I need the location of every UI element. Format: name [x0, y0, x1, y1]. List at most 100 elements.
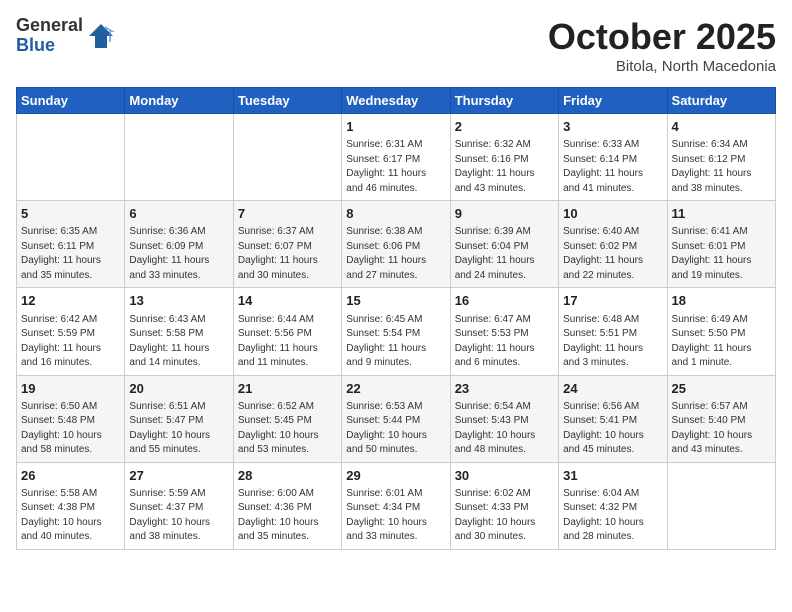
day-number: 29: [346, 467, 445, 485]
day-info: Sunrise: 6:34 AM Sunset: 6:12 PM Dayligh…: [672, 138, 771, 196]
calendar-cell: 15 Sunrise: 6:45 AM Sunset: 5:54 PM Dayli…: [342, 288, 450, 375]
calendar-cell: 21 Sunrise: 6:52 AM Sunset: 5:45 PM Dayli…: [233, 375, 341, 462]
day-info: Sunrise: 6:02 AM Sunset: 4:33 PM Dayligh…: [455, 487, 554, 545]
calendar-cell: 22Sunrise: 6:53 AM Sunset: 5:44 PM Dayli…: [342, 375, 450, 462]
day-number: 9: [455, 205, 554, 223]
day-info: Sunrise: 6:40 AM Sunset: 6:02 PM Dayligh…: [563, 225, 662, 283]
day-info: Sunrise: 6:04 AM Sunset: 4:32 PM Dayligh…: [563, 487, 662, 545]
logo-icon: [87, 22, 115, 50]
calendar-cell: 26 Sunrise: 5:58 AM Sunset: 4:38 PM Dayli…: [17, 462, 125, 549]
day-info: Sunrise: 6:31 AM Sunset: 6:17 PM Dayligh…: [346, 138, 445, 196]
calendar-cell: [667, 462, 775, 549]
calendar-cell: [125, 114, 233, 201]
page-header: General Blue October 2025 Bitola, North …: [16, 16, 776, 75]
day-number: 28: [238, 467, 337, 485]
day-number: 14: [238, 292, 337, 310]
day-number: 11: [672, 205, 771, 223]
calendar-week-row: 5Sunrise: 6:35 AM Sunset: 6:11 PM Daylig…: [17, 201, 776, 288]
day-info: Sunrise: 6:49 AM Sunset: 5:50 PM Dayligh…: [672, 313, 771, 371]
day-info: Sunrise: 6:38 AM Sunset: 6:06 PM Dayligh…: [346, 225, 445, 283]
day-number: 17: [563, 292, 662, 310]
weekday-header-row: SundayMondayTuesdayWednesdayThursdayFrid…: [17, 88, 776, 114]
day-number: 6: [129, 205, 228, 223]
calendar-cell: 6 Sunrise: 6:36 AM Sunset: 6:09 PM Daylig…: [125, 201, 233, 288]
month-title: October 2025: [548, 16, 776, 58]
calendar-cell: 9 Sunrise: 6:39 AM Sunset: 6:04 PM Daylig…: [450, 201, 558, 288]
calendar-cell: 11Sunrise: 6:41 AM Sunset: 6:01 PM Dayli…: [667, 201, 775, 288]
calendar-cell: [233, 114, 341, 201]
calendar-cell: 10Sunrise: 6:40 AM Sunset: 6:02 PM Dayli…: [559, 201, 667, 288]
day-number: 22: [346, 380, 445, 398]
day-number: 20: [129, 380, 228, 398]
day-number: 19: [21, 380, 120, 398]
day-info: Sunrise: 6:50 AM Sunset: 5:48 PM Dayligh…: [21, 400, 120, 458]
day-number: 1: [346, 118, 445, 136]
day-info: Sunrise: 6:45 AM Sunset: 5:54 PM Dayligh…: [346, 313, 445, 371]
title-block: October 2025 Bitola, North Macedonia: [548, 16, 776, 75]
day-number: 15: [346, 292, 445, 310]
calendar-cell: 31 Sunrise: 6:04 AM Sunset: 4:32 PM Dayli…: [559, 462, 667, 549]
weekday-header: Saturday: [667, 88, 775, 114]
day-number: 5: [21, 205, 120, 223]
calendar-week-row: 1 Sunrise: 6:31 AM Sunset: 6:17 PM Daylig…: [17, 114, 776, 201]
calendar-cell: 30 Sunrise: 6:02 AM Sunset: 4:33 PM Dayli…: [450, 462, 558, 549]
day-info: Sunrise: 6:52 AM Sunset: 5:45 PM Dayligh…: [238, 400, 337, 458]
calendar-cell: 20 Sunrise: 6:51 AM Sunset: 5:47 PM Dayli…: [125, 375, 233, 462]
day-info: Sunrise: 6:36 AM Sunset: 6:09 PM Dayligh…: [129, 225, 228, 283]
day-number: 2: [455, 118, 554, 136]
calendar-cell: 13Sunrise: 6:43 AM Sunset: 5:58 PM Dayli…: [125, 288, 233, 375]
calendar-cell: 12Sunrise: 6:42 AM Sunset: 5:59 PM Dayli…: [17, 288, 125, 375]
weekday-header: Friday: [559, 88, 667, 114]
weekday-header: Monday: [125, 88, 233, 114]
calendar-cell: 14 Sunrise: 6:44 AM Sunset: 5:56 PM Dayli…: [233, 288, 341, 375]
location: Bitola, North Macedonia: [548, 58, 776, 75]
day-info: Sunrise: 6:01 AM Sunset: 4:34 PM Dayligh…: [346, 487, 445, 545]
day-number: 16: [455, 292, 554, 310]
calendar-cell: 28 Sunrise: 6:00 AM Sunset: 4:36 PM Dayli…: [233, 462, 341, 549]
calendar-cell: 19 Sunrise: 6:50 AM Sunset: 5:48 PM Dayli…: [17, 375, 125, 462]
day-info: Sunrise: 6:00 AM Sunset: 4:36 PM Dayligh…: [238, 487, 337, 545]
calendar-cell: 25 Sunrise: 6:57 AM Sunset: 5:40 PM Dayli…: [667, 375, 775, 462]
calendar-cell: 8 Sunrise: 6:38 AM Sunset: 6:06 PM Daylig…: [342, 201, 450, 288]
day-number: 8: [346, 205, 445, 223]
calendar-cell: 4 Sunrise: 6:34 AM Sunset: 6:12 PM Daylig…: [667, 114, 775, 201]
logo-general: General: [16, 16, 83, 36]
calendar-cell: 3Sunrise: 6:33 AM Sunset: 6:14 PM Daylig…: [559, 114, 667, 201]
day-info: Sunrise: 6:57 AM Sunset: 5:40 PM Dayligh…: [672, 400, 771, 458]
calendar-week-row: 19 Sunrise: 6:50 AM Sunset: 5:48 PM Dayli…: [17, 375, 776, 462]
weekday-header: Wednesday: [342, 88, 450, 114]
day-number: 4: [672, 118, 771, 136]
calendar-cell: 2Sunrise: 6:32 AM Sunset: 6:16 PM Daylig…: [450, 114, 558, 201]
day-info: Sunrise: 6:51 AM Sunset: 5:47 PM Dayligh…: [129, 400, 228, 458]
day-number: 23: [455, 380, 554, 398]
calendar-cell: [17, 114, 125, 201]
day-info: Sunrise: 6:37 AM Sunset: 6:07 PM Dayligh…: [238, 225, 337, 283]
day-info: Sunrise: 5:58 AM Sunset: 4:38 PM Dayligh…: [21, 487, 120, 545]
day-number: 21: [238, 380, 337, 398]
logo-blue: Blue: [16, 36, 83, 56]
calendar-cell: 24 Sunrise: 6:56 AM Sunset: 5:41 PM Dayli…: [559, 375, 667, 462]
calendar-cell: 7 Sunrise: 6:37 AM Sunset: 6:07 PM Daylig…: [233, 201, 341, 288]
day-number: 31: [563, 467, 662, 485]
day-number: 12: [21, 292, 120, 310]
day-info: Sunrise: 6:56 AM Sunset: 5:41 PM Dayligh…: [563, 400, 662, 458]
day-number: 26: [21, 467, 120, 485]
day-number: 30: [455, 467, 554, 485]
logo: General Blue: [16, 16, 115, 56]
day-number: 25: [672, 380, 771, 398]
day-info: Sunrise: 6:44 AM Sunset: 5:56 PM Dayligh…: [238, 313, 337, 371]
calendar-cell: 23 Sunrise: 6:54 AM Sunset: 5:43 PM Dayli…: [450, 375, 558, 462]
calendar-week-row: 12Sunrise: 6:42 AM Sunset: 5:59 PM Dayli…: [17, 288, 776, 375]
day-info: Sunrise: 6:48 AM Sunset: 5:51 PM Dayligh…: [563, 313, 662, 371]
calendar-cell: 16Sunrise: 6:47 AM Sunset: 5:53 PM Dayli…: [450, 288, 558, 375]
calendar-cell: 1 Sunrise: 6:31 AM Sunset: 6:17 PM Daylig…: [342, 114, 450, 201]
day-number: 7: [238, 205, 337, 223]
weekday-header: Tuesday: [233, 88, 341, 114]
day-info: Sunrise: 6:54 AM Sunset: 5:43 PM Dayligh…: [455, 400, 554, 458]
calendar-cell: 29 Sunrise: 6:01 AM Sunset: 4:34 PM Dayli…: [342, 462, 450, 549]
weekday-header: Sunday: [17, 88, 125, 114]
day-info: Sunrise: 6:39 AM Sunset: 6:04 PM Dayligh…: [455, 225, 554, 283]
day-number: 13: [129, 292, 228, 310]
day-number: 24: [563, 380, 662, 398]
calendar-week-row: 26 Sunrise: 5:58 AM Sunset: 4:38 PM Dayli…: [17, 462, 776, 549]
